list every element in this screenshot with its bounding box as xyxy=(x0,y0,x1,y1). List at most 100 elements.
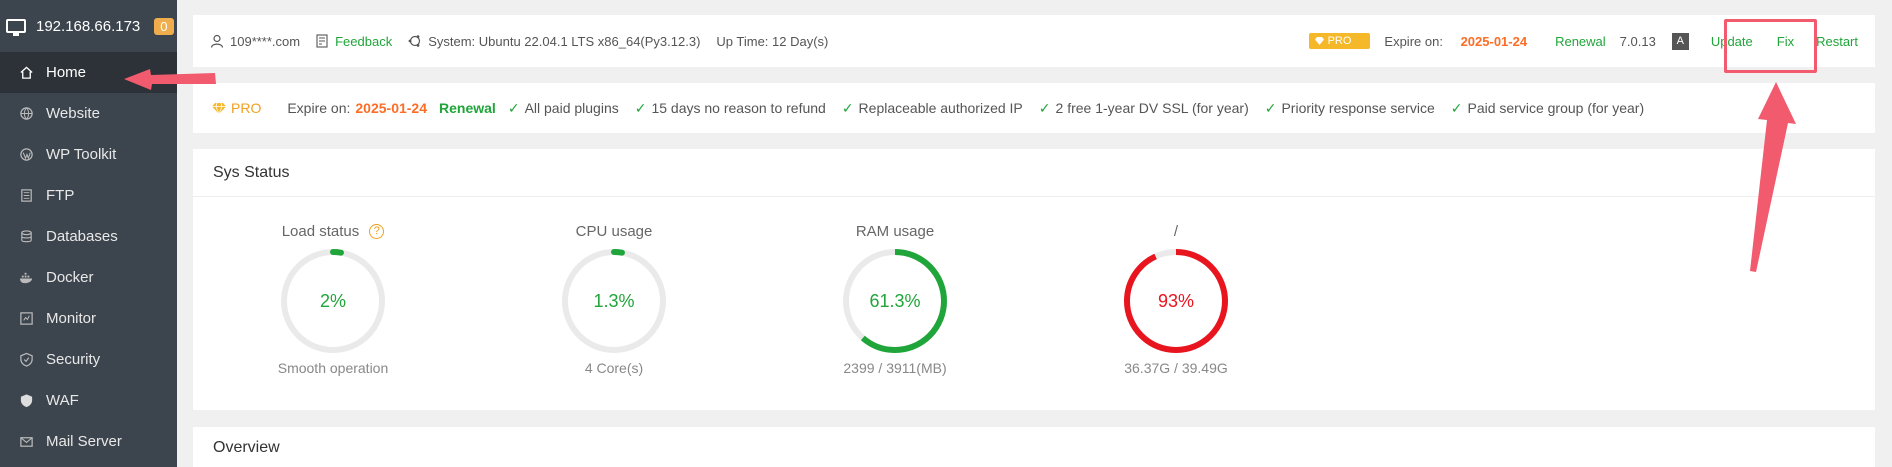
sidebar-item-label: Mail Server xyxy=(46,433,122,450)
diamond-icon xyxy=(1314,37,1324,45)
globe-icon xyxy=(18,106,34,122)
monitor-icon xyxy=(18,311,34,327)
restart-button[interactable]: Restart xyxy=(1816,34,1858,49)
feature-item: ✓ 15 days no reason to refund xyxy=(635,100,826,117)
sidebar-item-databases[interactable]: Databases xyxy=(0,216,177,257)
ftp-icon xyxy=(18,188,34,204)
help-icon[interactable]: ? xyxy=(369,223,385,239)
feature-item: ✓ All paid plugins xyxy=(508,100,619,117)
notification-badge[interactable]: 0 xyxy=(154,17,174,35)
feature-text: Priority response service xyxy=(1281,100,1435,116)
docker-icon xyxy=(18,270,34,286)
check-icon: ✓ xyxy=(1264,99,1277,116)
gauge-value: 61.3% xyxy=(869,291,920,311)
gauge-label: RAM usage xyxy=(855,222,935,240)
user-account[interactable]: 109****.com xyxy=(210,34,300,49)
uptime-text: Up Time: 12 Day(s) xyxy=(716,33,829,49)
shield-icon xyxy=(18,352,34,368)
gauge-label: / xyxy=(1173,222,1179,240)
edit-note-icon xyxy=(316,34,328,48)
sys-status-panel: Sys Status Load status? 2% Smooth operat… xyxy=(193,149,1875,410)
pro-badge-label: PRO xyxy=(1327,35,1352,47)
check-icon: ✓ xyxy=(1038,99,1051,116)
sidebar-item-home[interactable]: Home xyxy=(0,52,177,93)
sidebar-item-waf[interactable]: WAF xyxy=(0,380,177,421)
sidebar-item-label: Home xyxy=(46,64,87,81)
gauge-label: Load status? xyxy=(233,221,433,241)
server-ip: 192.168.66.173 xyxy=(36,17,141,35)
expire-date: 2025-01-24 xyxy=(1460,33,1528,49)
sidebar-item-website[interactable]: Website xyxy=(0,93,177,134)
pro-features-bar: PRO Expire on: 2025-01-24 Renewal ✓ All p… xyxy=(193,83,1875,133)
sidebar-item-label: WP Toolkit xyxy=(46,146,117,163)
feature-text: Replaceable authorized IP xyxy=(858,100,1023,116)
gauge-ring[interactable]: 61.3% xyxy=(840,246,950,356)
gauge-ring[interactable]: 93% xyxy=(1121,246,1231,356)
panel-title: Sys Status xyxy=(193,149,1875,197)
pro-label: PRO xyxy=(211,100,261,116)
gauge-value: 93% xyxy=(1158,291,1194,311)
sidebar-item-mail-server[interactable]: Mail Server xyxy=(0,421,177,462)
feature-text: 15 days no reason to refund xyxy=(651,100,826,116)
sidebar-item-docker[interactable]: Docker xyxy=(0,257,177,298)
top-bar: 109****.com Feedback System: Ubuntu 22.0… xyxy=(193,15,1875,67)
check-icon: ✓ xyxy=(841,99,854,116)
overview-panel: Overview xyxy=(193,427,1875,467)
feature-item: ✓ 2 free 1-year DV SSL (for year) xyxy=(1039,100,1249,117)
uptime: Up Time: 12 Day(s) xyxy=(716,34,828,49)
feature-item: ✓ Priority response service xyxy=(1265,100,1435,117)
feedback-link[interactable]: Feedback xyxy=(316,34,392,49)
sidebar-item-monitor[interactable]: Monitor xyxy=(0,298,177,339)
feature-item: ✓ Replaceable authorized IP xyxy=(842,100,1023,117)
gauge-sub: Smooth operation xyxy=(277,360,389,376)
diamond-icon xyxy=(212,102,226,115)
expire-date: 2025-01-24 xyxy=(355,100,428,116)
sidebar-item-wp-toolkit[interactable]: WP Toolkit xyxy=(0,134,177,175)
sidebar-item-security[interactable]: Security xyxy=(0,339,177,380)
sidebar-item-label: WAF xyxy=(46,392,79,409)
feedback-label: Feedback xyxy=(335,33,393,49)
renewal-link[interactable]: Renewal xyxy=(439,100,496,116)
pro-text: PRO xyxy=(231,100,262,116)
gauge-disk: / 93% 36.37G / 39.49G xyxy=(1076,221,1276,376)
feature-text: All paid plugins xyxy=(524,100,619,116)
pro-badge: PRO xyxy=(1308,33,1371,49)
panel-title: Overview xyxy=(213,439,280,456)
user-icon xyxy=(210,34,224,48)
annotation-highlight-box xyxy=(1724,19,1817,73)
sidebar-item-ftp[interactable]: FTP xyxy=(0,175,177,216)
gauge-sub: 2399 / 3911(MB) xyxy=(843,360,947,376)
gauge-value: 2% xyxy=(320,291,346,311)
sidebar-item-label: FTP xyxy=(46,187,75,204)
check-icon: ✓ xyxy=(507,99,520,116)
home-icon xyxy=(18,65,34,81)
version: 7.0.13 xyxy=(1619,33,1656,49)
gauge-ring[interactable]: 1.3% xyxy=(559,246,669,356)
gauge-label-text: Load status xyxy=(281,222,360,240)
expire-label: Expire on: xyxy=(1384,33,1443,49)
server-header: 192.168.66.173 0 xyxy=(0,0,177,52)
waf-icon xyxy=(18,393,34,409)
wordpress-icon xyxy=(18,147,34,163)
sidebar-item-label: Website xyxy=(46,105,100,122)
mail-icon xyxy=(18,434,34,450)
gauge-cpu: CPU usage 1.3% 4 Core(s) xyxy=(514,221,714,376)
gauge-load: Load status? 2% Smooth operation xyxy=(233,221,433,377)
sidebar-item-label: Docker xyxy=(46,269,94,286)
sidebar-item-label: Security xyxy=(46,351,101,368)
feature-item: ✓ Paid service group (for year) xyxy=(1451,100,1644,117)
gauge-sub: 4 Core(s) xyxy=(584,360,644,376)
sidebar-item-label: Monitor xyxy=(46,310,97,327)
sidebar-item-label: Databases xyxy=(46,228,118,245)
gauge-ring[interactable]: 2% xyxy=(278,246,388,356)
language-icon[interactable]: A xyxy=(1671,32,1689,50)
expire-label: Expire on: xyxy=(287,100,351,116)
gauge-sub: 36.37G / 39.49G xyxy=(1124,360,1228,376)
system-text: System: Ubuntu 22.04.1 LTS x86_64(Py3.12… xyxy=(428,33,701,49)
gauge-ram: RAM usage 61.3% 2399 / 3911(MB) xyxy=(795,221,995,376)
feature-text: 2 free 1-year DV SSL (for year) xyxy=(1055,100,1249,116)
renewal-link[interactable]: Renewal xyxy=(1555,34,1606,49)
sidebar: 192.168.66.173 0 Home Website WP Toolkit… xyxy=(0,0,177,467)
database-icon xyxy=(18,229,34,245)
expire-info: Expire on: 2025-01-24 xyxy=(1384,34,1541,49)
